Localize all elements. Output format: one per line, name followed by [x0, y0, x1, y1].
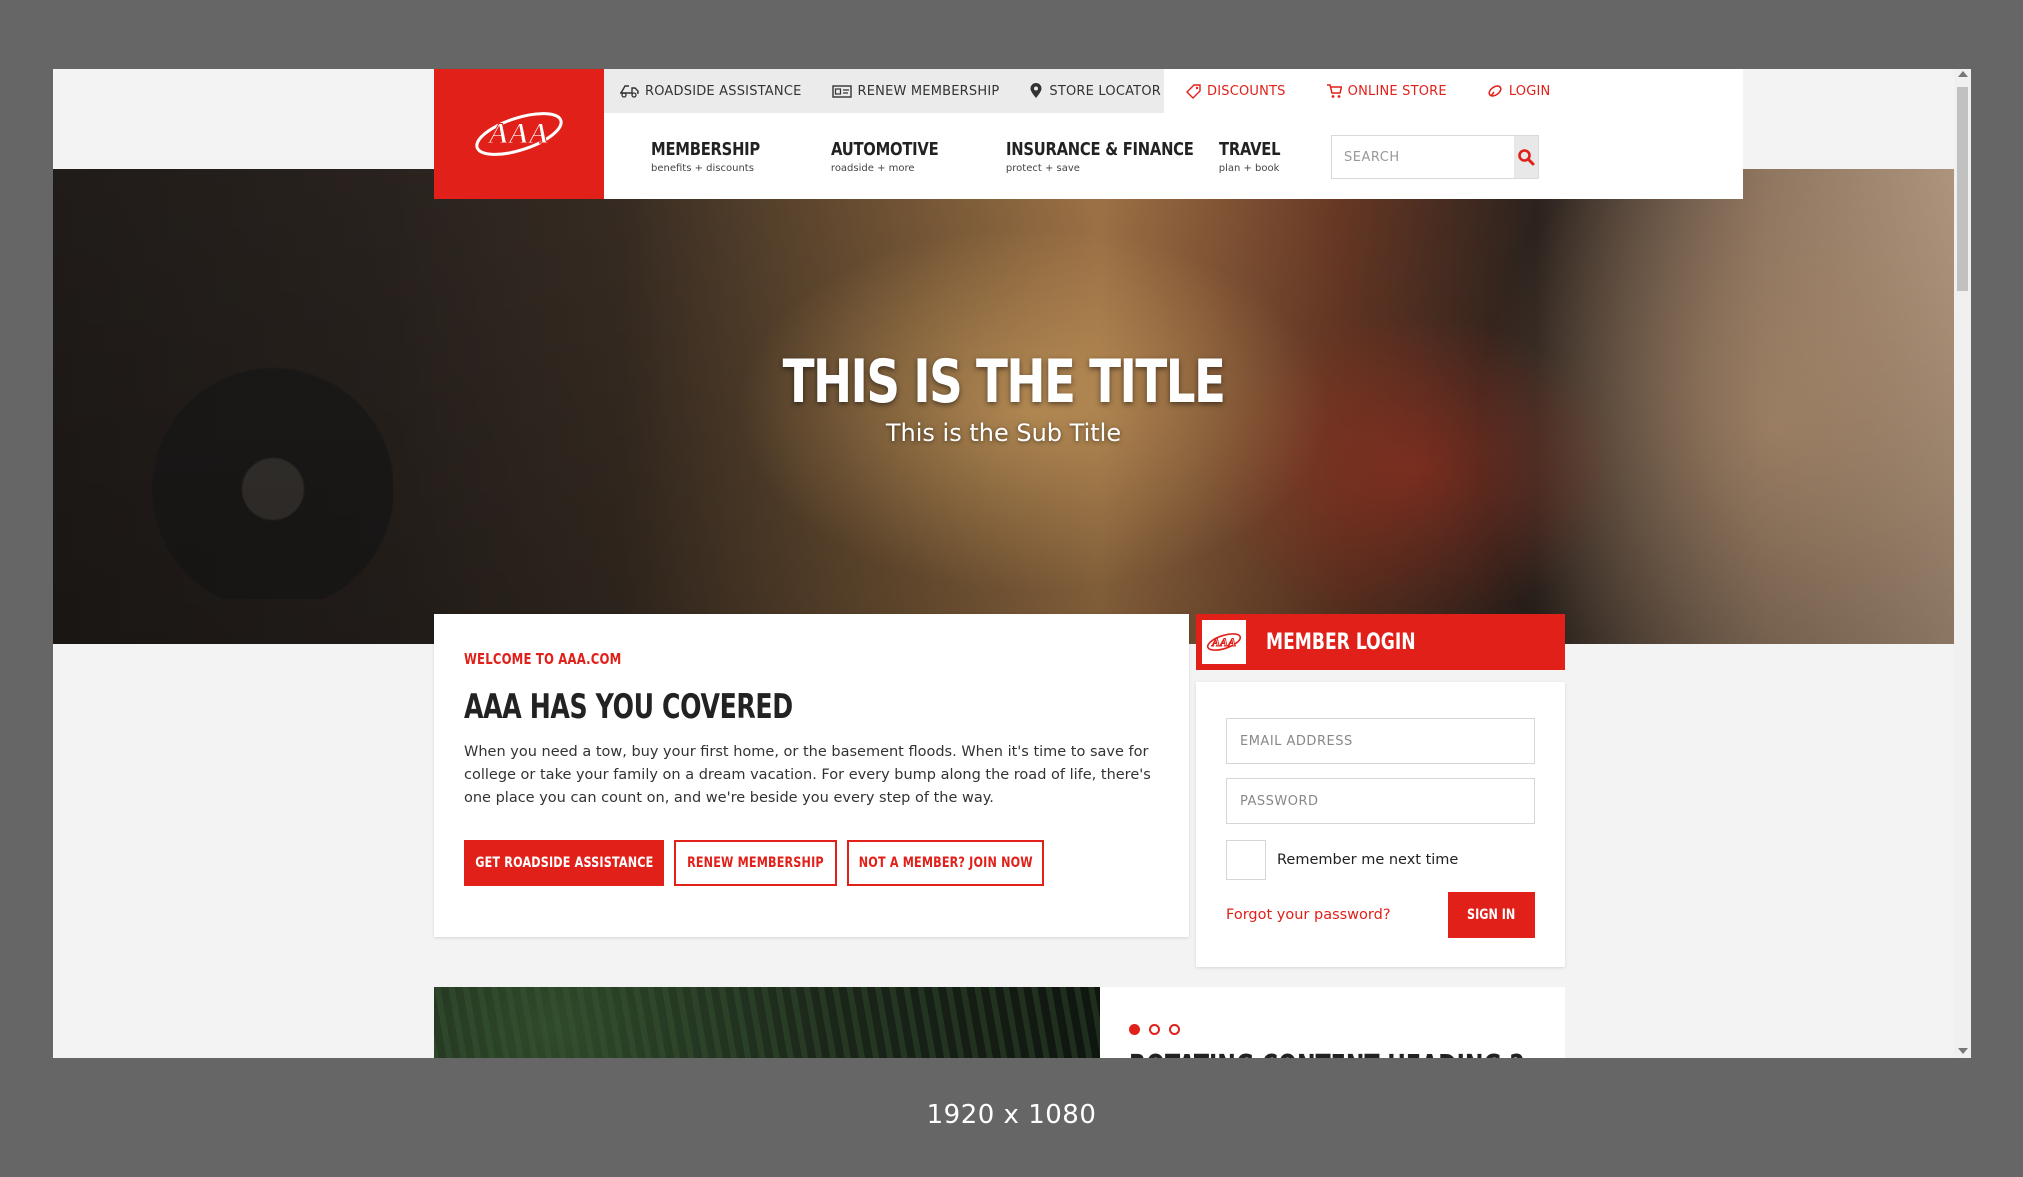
- join-now-button[interactable]: NOT A MEMBER? JOIN NOW: [847, 840, 1044, 886]
- roadside-assistance-link[interactable]: ROADSIDE ASSISTANCE: [619, 84, 802, 99]
- hero-subtitle: This is the Sub Title: [885, 419, 1122, 447]
- renew-membership-link[interactable]: RENEW MEMBERSHIP: [831, 84, 1000, 99]
- nav-membership[interactable]: MEMBERSHIP benefits + discounts: [651, 139, 784, 174]
- store-locator-link[interactable]: STORE LOCATOR: [1029, 83, 1161, 99]
- aaa-logo-icon: AAA: [475, 112, 563, 156]
- nav-insurance-finance[interactable]: INSURANCE & FINANCE protect + save: [1006, 139, 1235, 174]
- aaa-mini-logo: AAA: [1202, 620, 1246, 664]
- welcome-card: WELCOME TO AAA.COM AAA HAS YOU COVERED W…: [434, 614, 1189, 937]
- login-icon: [1488, 85, 1502, 97]
- browser-viewport: THIS IS THE TITLE This is the Sub Title …: [53, 69, 1971, 1058]
- welcome-actions: GET ROADSIDE ASSISTANCE RENEW MEMBERSHIP…: [464, 840, 1159, 886]
- scrollbar-thumb[interactable]: [1957, 87, 1968, 291]
- carousel-dot[interactable]: [1169, 1024, 1180, 1035]
- nav-travel[interactable]: TRAVEL plan + book: [1219, 139, 1294, 174]
- hero-title: THIS IS THE TITLE: [782, 347, 1226, 417]
- utility-red-links: DISCOUNTS ONLINE STORE LOGIN: [1164, 83, 1590, 99]
- welcome-body: When you need a tow, buy your first home…: [464, 744, 1151, 806]
- svg-text:AAA: AAA: [487, 117, 549, 150]
- discounts-link[interactable]: DISCOUNTS: [1186, 84, 1286, 99]
- scroll-down-arrow-icon[interactable]: [1958, 1048, 1968, 1054]
- carousel-dot[interactable]: [1129, 1024, 1140, 1035]
- member-login-form: Remember me next time Forgot your passwo…: [1196, 682, 1565, 967]
- member-card-icon: [831, 84, 852, 98]
- welcome-eyebrow: WELCOME TO AAA.COM: [464, 650, 622, 668]
- scrollbar[interactable]: [1954, 69, 1971, 1058]
- online-store-link[interactable]: ONLINE STORE: [1326, 84, 1447, 99]
- cart-icon: [1326, 83, 1342, 98]
- carousel-dots: [1129, 1024, 1189, 1035]
- welcome-heading: AAA HAS YOU COVERED: [464, 687, 793, 727]
- tow-truck-icon: [620, 85, 639, 98]
- forgot-password-link[interactable]: Forgot your password?: [1226, 907, 1391, 923]
- remember-me-checkbox[interactable]: [1226, 840, 1266, 880]
- get-roadside-assistance-button[interactable]: GET ROADSIDE ASSISTANCE: [464, 840, 664, 886]
- member-login-title: MEMBER LOGIN: [1266, 629, 1416, 655]
- sign-in-button[interactable]: SIGN IN: [1448, 892, 1535, 938]
- rotating-content-image: [434, 987, 1100, 1058]
- search-input[interactable]: [1332, 136, 1514, 178]
- nav-automotive[interactable]: AUTOMOTIVE roadside + more: [831, 139, 962, 174]
- rotating-content-heading: ROTATING CONTENT HEADING 2: [1129, 1049, 1525, 1058]
- tag-icon: [1186, 83, 1201, 99]
- resolution-caption: 1920 x 1080: [926, 1100, 1097, 1130]
- location-pin-icon: [1030, 83, 1042, 98]
- svg-text:AAA: AAA: [1211, 635, 1236, 649]
- scroll-up-arrow-icon[interactable]: [1958, 71, 1968, 77]
- remember-me-row: Remember me next time: [1226, 840, 1535, 880]
- aaa-logo[interactable]: AAA: [434, 69, 604, 199]
- search-icon: [1518, 149, 1535, 166]
- utility-bar: ROADSIDE ASSISTANCE RENEW MEMBERSHIP STO…: [604, 69, 1743, 113]
- search-box: [1331, 135, 1539, 179]
- password-field[interactable]: [1226, 778, 1535, 824]
- email-field[interactable]: [1226, 718, 1535, 764]
- search-button[interactable]: [1514, 136, 1538, 178]
- remember-me-label: Remember me next time: [1277, 852, 1459, 868]
- main-nav: MEMBERSHIP benefits + discounts AUTOMOTI…: [604, 113, 1743, 199]
- utility-links: ROADSIDE ASSISTANCE RENEW MEMBERSHIP STO…: [604, 69, 1164, 113]
- hero-banner: THIS IS THE TITLE This is the Sub Title: [53, 169, 1954, 644]
- renew-membership-button[interactable]: RENEW MEMBERSHIP: [674, 840, 837, 886]
- carousel-dot[interactable]: [1149, 1024, 1160, 1035]
- rotating-content-panel: ROTATING CONTENT HEADING 2: [1100, 987, 1565, 1058]
- member-login-header: AAA MEMBER LOGIN: [1196, 614, 1565, 670]
- login-link[interactable]: LOGIN: [1487, 83, 1551, 99]
- aaa-logo-icon: AAA: [1206, 633, 1242, 651]
